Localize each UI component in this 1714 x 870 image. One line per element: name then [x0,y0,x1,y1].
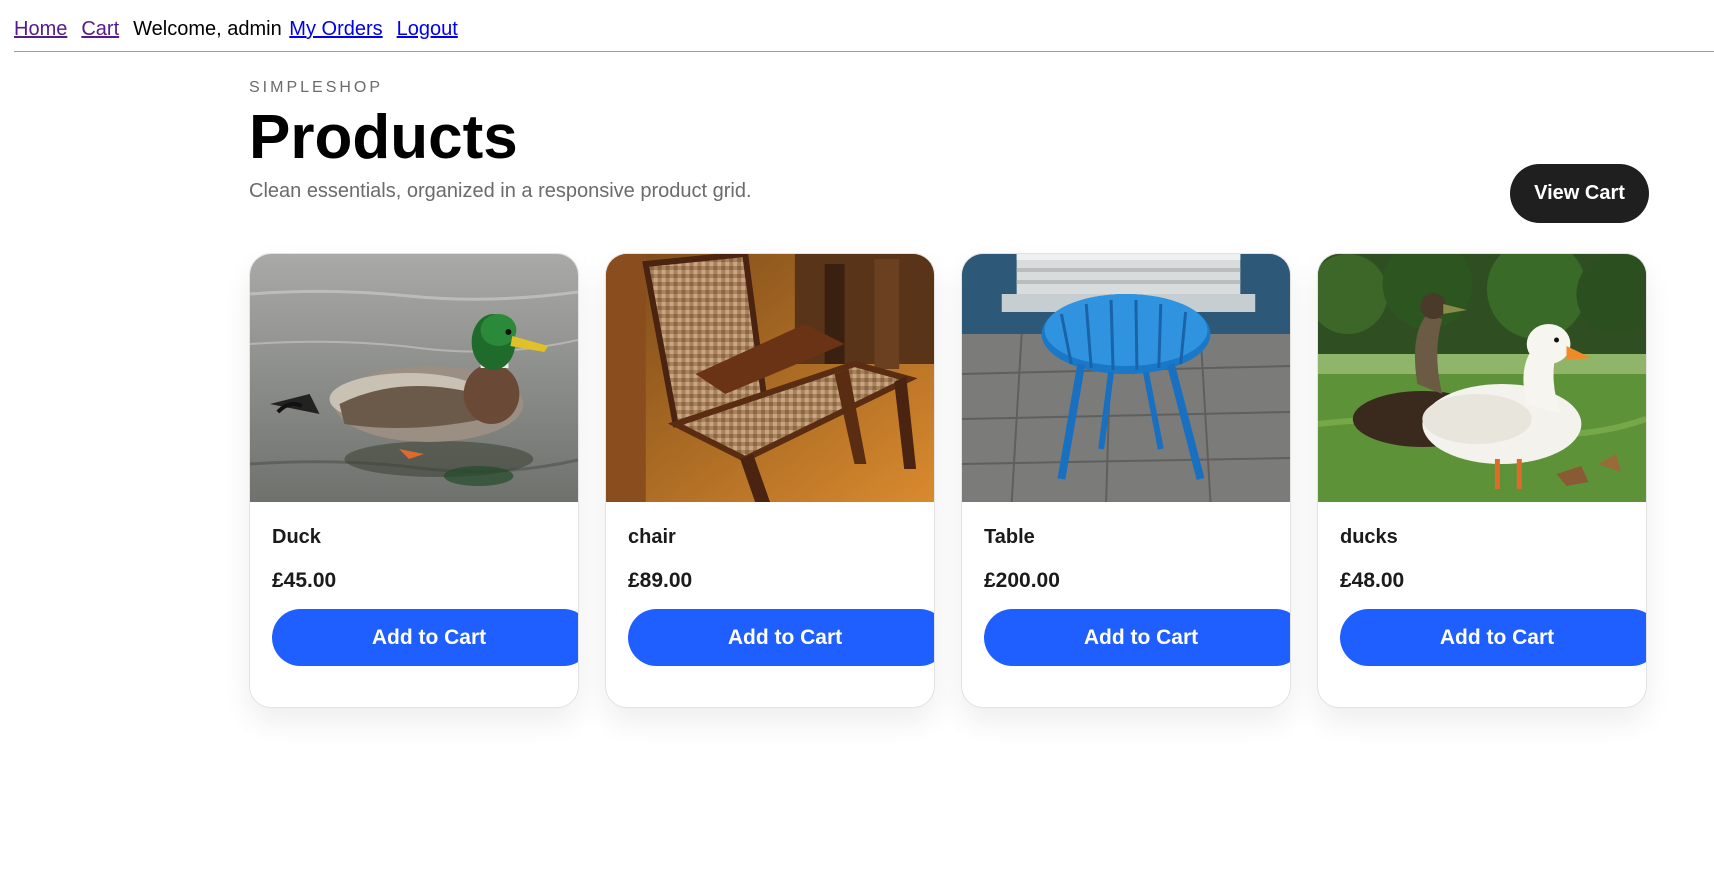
product-price: £89.00 [628,569,693,592]
add-to-cart-button[interactable]: Add to Cart [1340,609,1646,666]
top-nav: Home Cart Welcome, admin My Orders Logout [14,18,472,41]
product-image-mallard-duck[interactable] [250,254,578,502]
nav-divider [14,51,1714,52]
product-price: £48.00 [1340,569,1405,592]
product-price: £45.00 [272,569,337,592]
page-title: Products [249,103,518,172]
product-image-white-ducks[interactable] [1318,254,1646,502]
product-card: ducks £48.00 Add to Cart [1317,253,1647,708]
product-card: Duck £45.00 Add to Cart [249,253,579,708]
view-cart-button[interactable]: View Cart [1510,164,1649,223]
product-card: Table £200.00 Add to Cart [961,253,1291,708]
product-image-wooden-chair[interactable] [606,254,934,502]
welcome-text: Welcome, admin [133,18,282,40]
page-subtitle: Clean essentials, organized in a respons… [249,180,752,202]
add-to-cart-button[interactable]: Add to Cart [272,609,578,666]
product-grid: Duck £45.00 Add to Cart chair £89.00 Add… [249,253,1649,708]
product-name[interactable]: ducks [1340,526,1398,549]
product-price: £200.00 [984,569,1060,592]
product-name[interactable]: Table [984,526,1035,549]
product-card: chair £89.00 Add to Cart [605,253,935,708]
cart-link[interactable]: Cart [81,18,119,40]
my-orders-link[interactable]: My Orders [289,18,382,40]
add-to-cart-button[interactable]: Add to Cart [984,609,1290,666]
brand-eyebrow: SIMPLESHOP [249,79,384,96]
add-to-cart-button[interactable]: Add to Cart [628,609,934,666]
product-image-blue-table[interactable] [962,254,1290,502]
product-name[interactable]: Duck [272,526,321,549]
logout-link[interactable]: Logout [397,18,458,40]
home-link[interactable]: Home [14,18,67,40]
product-name[interactable]: chair [628,526,676,549]
